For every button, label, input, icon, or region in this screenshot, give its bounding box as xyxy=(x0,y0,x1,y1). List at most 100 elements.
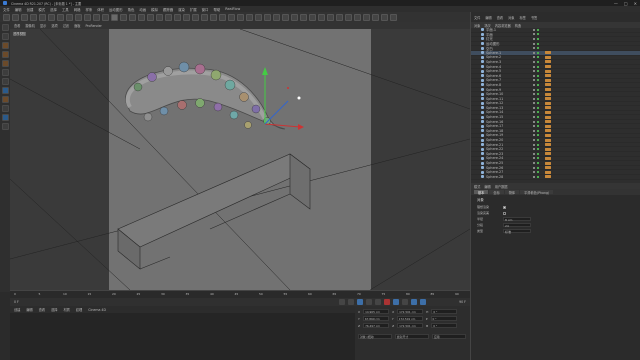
editor-visibility-icon[interactable] xyxy=(533,42,535,45)
toolbar-tool-icon[interactable] xyxy=(84,13,91,21)
object-manager-menu-item[interactable]: 编辑 xyxy=(485,15,491,20)
coordinate-field[interactable]: 0 ° xyxy=(430,316,457,321)
toolbar-tool-icon[interactable] xyxy=(3,13,10,21)
editor-visibility-icon[interactable] xyxy=(533,88,535,91)
mode-tool-icon[interactable] xyxy=(1,33,9,40)
goto-end-icon[interactable] xyxy=(375,299,381,305)
visibility-flags[interactable] xyxy=(533,129,539,132)
render-visibility-icon[interactable] xyxy=(537,51,539,54)
toolbar-tool-icon[interactable] xyxy=(156,13,163,21)
menu-item[interactable]: 窗口 xyxy=(202,7,209,12)
render-visibility-icon[interactable] xyxy=(537,102,539,105)
play-button[interactable] xyxy=(357,299,363,305)
visibility-flags[interactable] xyxy=(533,93,539,96)
minimize-button[interactable]: — xyxy=(614,1,618,6)
toolbar-tool-icon[interactable] xyxy=(138,13,145,21)
render-visibility-icon[interactable] xyxy=(537,120,539,123)
editor-visibility-icon[interactable] xyxy=(533,106,535,109)
toolbar-tool-icon[interactable] xyxy=(345,13,352,21)
object-tag-icon[interactable] xyxy=(545,92,551,96)
object-tag-icon[interactable] xyxy=(545,147,551,151)
coordinate-field[interactable]: 0 ° xyxy=(431,323,458,328)
toolbar-tool-icon[interactable] xyxy=(183,13,190,21)
record-icon[interactable] xyxy=(384,299,390,305)
object-manager-menu-item[interactable]: 查看 xyxy=(497,15,503,20)
render-visibility-icon[interactable] xyxy=(537,88,539,91)
menu-item[interactable]: 文件 xyxy=(3,7,10,12)
material-menu-item[interactable]: 查看 xyxy=(39,307,45,312)
editor-visibility-icon[interactable] xyxy=(533,152,535,155)
menu-item[interactable]: 角色 xyxy=(128,7,135,12)
goto-start-icon[interactable] xyxy=(339,299,345,305)
mode-tool-icon[interactable] xyxy=(1,60,9,67)
menu-item[interactable]: 模拟 xyxy=(151,7,158,12)
object-tag-icon[interactable] xyxy=(545,83,551,87)
toolbar-tool-icon[interactable] xyxy=(273,13,280,21)
object-tag-icon[interactable] xyxy=(545,55,551,59)
editor-visibility-icon[interactable] xyxy=(533,37,535,40)
visibility-flags[interactable] xyxy=(533,60,539,63)
object-tag-icon[interactable] xyxy=(545,161,551,165)
coordinate-mode-button[interactable]: 对象 (相对) xyxy=(358,334,392,339)
mode-tool-icon[interactable] xyxy=(1,42,9,49)
attribute-value-field[interactable]: 8 cm xyxy=(503,217,531,222)
object-tag-icon[interactable] xyxy=(545,133,551,137)
menu-item[interactable]: 扩展 xyxy=(190,7,197,12)
editor-visibility-icon[interactable] xyxy=(533,120,535,123)
coordinate-field[interactable]: 172.501 cm xyxy=(396,316,423,321)
editor-visibility-icon[interactable] xyxy=(533,129,535,132)
coordinate-field[interactable]: 172.501 cm xyxy=(397,309,424,314)
object-tag-icon[interactable] xyxy=(545,106,551,110)
toolbar-tool-icon[interactable] xyxy=(327,13,334,21)
render-visibility-icon[interactable] xyxy=(537,33,539,36)
keyframe-icon[interactable] xyxy=(402,299,408,305)
material-menu-item[interactable]: 创建 xyxy=(14,307,20,312)
render-visibility-icon[interactable] xyxy=(537,125,539,128)
editor-visibility-icon[interactable] xyxy=(533,70,535,73)
viewport-menu-item[interactable]: 摄像机 xyxy=(25,23,35,28)
object-tag-icon[interactable] xyxy=(545,101,551,105)
visibility-flags[interactable] xyxy=(533,143,539,146)
render-visibility-icon[interactable] xyxy=(537,70,539,73)
material-menu-item[interactable]: Cinema 4D xyxy=(88,308,106,312)
mode-tool-icon[interactable] xyxy=(1,69,9,76)
editor-visibility-icon[interactable] xyxy=(533,157,535,160)
toolbar-tool-icon[interactable] xyxy=(228,13,235,21)
visibility-flags[interactable] xyxy=(533,102,539,105)
mode-tool-icon[interactable] xyxy=(1,105,9,112)
end-frame-field[interactable]: 90 F xyxy=(459,300,466,304)
coordinate-field[interactable]: 76.497 cm xyxy=(363,323,390,328)
editor-visibility-icon[interactable] xyxy=(533,134,535,137)
editor-visibility-icon[interactable] xyxy=(533,93,535,96)
editor-visibility-icon[interactable] xyxy=(533,171,535,174)
toolbar-tool-icon[interactable] xyxy=(354,13,361,21)
object-manager-tab[interactable]: 场次 xyxy=(484,23,490,28)
editor-visibility-icon[interactable] xyxy=(533,111,535,114)
mode-tool-icon[interactable] xyxy=(1,96,9,103)
toolbar-tool-icon[interactable] xyxy=(57,13,64,21)
visibility-flags[interactable] xyxy=(533,148,539,151)
object-tag-icon[interactable] xyxy=(545,166,551,170)
visibility-flags[interactable] xyxy=(533,175,539,178)
render-visibility-icon[interactable] xyxy=(537,74,539,77)
editor-visibility-icon[interactable] xyxy=(533,139,535,142)
menu-item[interactable]: 编辑 xyxy=(15,7,22,12)
toolbar-tool-icon[interactable] xyxy=(174,13,181,21)
object-tag-icon[interactable] xyxy=(545,51,551,55)
visibility-flags[interactable] xyxy=(533,171,539,174)
object-manager-tab[interactable]: 内容浏览器 xyxy=(495,23,511,28)
editor-visibility-icon[interactable] xyxy=(533,102,535,105)
move-gizmo[interactable] xyxy=(262,67,304,130)
render-visibility-icon[interactable] xyxy=(537,116,539,119)
editor-visibility-icon[interactable] xyxy=(533,65,535,68)
toolbar-tool-icon[interactable] xyxy=(210,13,217,21)
mode-tool-icon[interactable] xyxy=(1,24,9,31)
attribute-value-field[interactable]: 标准 xyxy=(503,229,531,234)
coordinate-size-mode-button[interactable]: 绝对尺寸 xyxy=(395,334,429,339)
material-menu-item[interactable]: 编辑 xyxy=(26,307,32,312)
object-tag-icon[interactable] xyxy=(545,152,551,156)
next-key-icon[interactable] xyxy=(366,299,372,305)
toolbar-tool-icon[interactable] xyxy=(264,13,271,21)
toolbar-tool-icon[interactable] xyxy=(282,13,289,21)
toolbar-tool-icon[interactable] xyxy=(318,13,325,21)
